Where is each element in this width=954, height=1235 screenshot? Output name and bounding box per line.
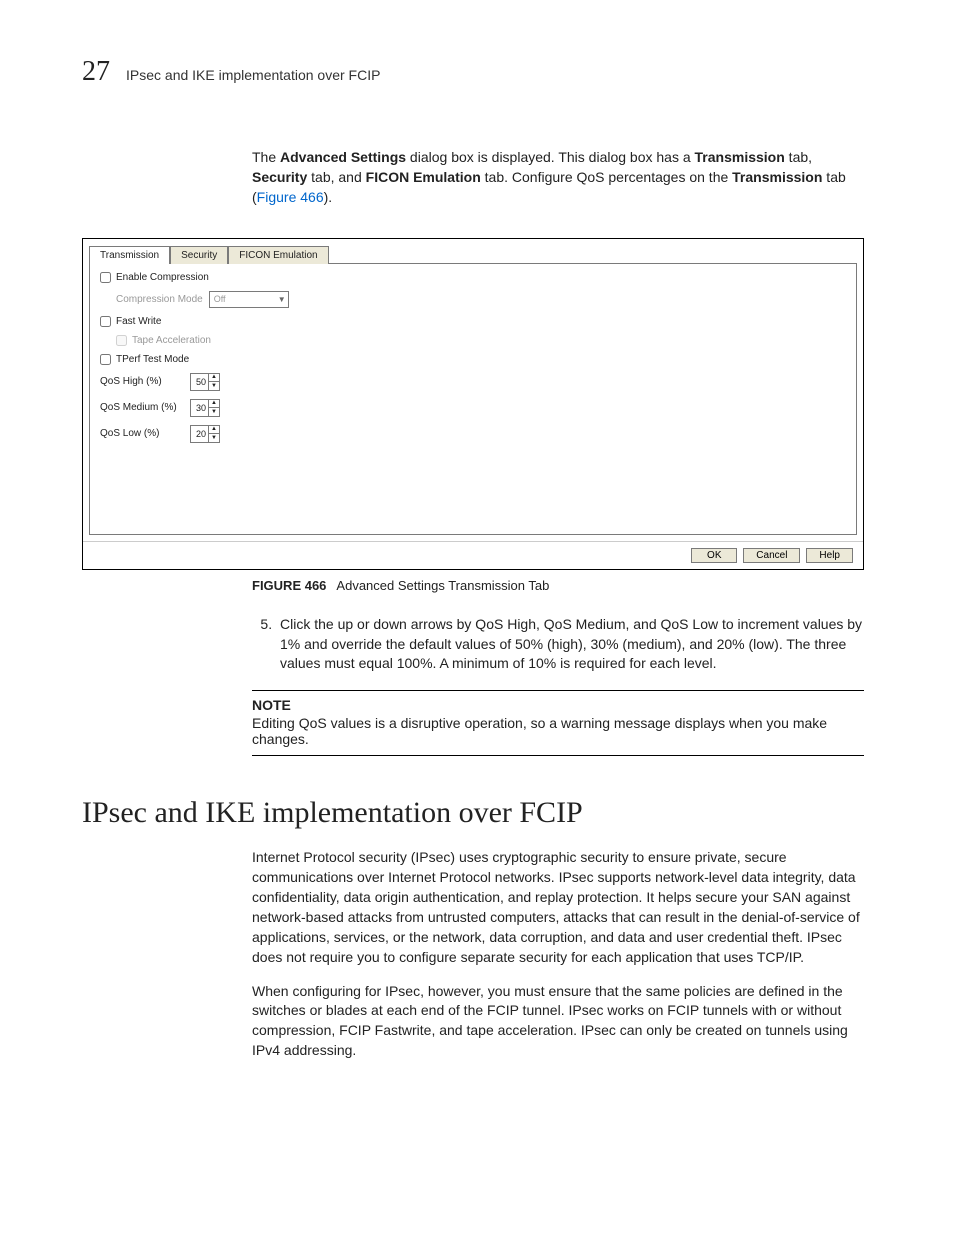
qos-high-row: QoS High (%) 50 ▲▼ xyxy=(100,373,846,391)
arrow-up-icon[interactable]: ▲ xyxy=(209,400,219,409)
tab-security[interactable]: Security xyxy=(170,246,228,264)
arrow-down-icon[interactable]: ▼ xyxy=(209,408,219,416)
running-header: 27 IPsec and IKE implementation over FCI… xyxy=(82,56,864,88)
help-button[interactable]: Help xyxy=(806,548,853,563)
step-5: Click the up or down arrows by QoS High,… xyxy=(276,615,864,675)
advanced-settings-dialog: Transmission Security FICON Emulation En… xyxy=(82,238,864,570)
chapter-title: IPsec and IKE implementation over FCIP xyxy=(126,67,380,83)
intro-paragraph: The Advanced Settings dialog box is disp… xyxy=(252,148,864,208)
note-block: NOTE Editing QoS values is a disruptive … xyxy=(252,690,864,756)
chevron-down-icon: ▼ xyxy=(278,295,286,304)
note-label: NOTE xyxy=(252,697,864,713)
qos-low-label: QoS Low (%) xyxy=(100,428,184,439)
tab-transmission[interactable]: Transmission xyxy=(89,246,170,264)
tape-acceleration-checkbox[interactable]: Tape Acceleration xyxy=(116,335,846,346)
qos-medium-row: QoS Medium (%) 30 ▲▼ xyxy=(100,399,846,417)
qos-low-row: QoS Low (%) 20 ▲▼ xyxy=(100,425,846,443)
dialog-button-row: OK Cancel Help xyxy=(83,541,863,569)
figure-link[interactable]: Figure 466 xyxy=(257,189,324,205)
transmission-tabpane: Enable Compression Compression Mode Off … xyxy=(89,263,857,535)
checkbox-icon[interactable] xyxy=(100,316,111,327)
arrow-up-icon[interactable]: ▲ xyxy=(209,426,219,435)
dialog-tabbar: Transmission Security FICON Emulation xyxy=(83,239,863,263)
compression-mode-row: Compression Mode Off ▼ xyxy=(116,291,846,308)
qos-low-stepper[interactable]: 20 ▲▼ xyxy=(190,425,220,443)
body-paragraph-1: Internet Protocol security (IPsec) uses … xyxy=(252,848,864,967)
body-paragraph-2: When configuring for IPsec, however, you… xyxy=(252,982,864,1062)
tperf-test-mode-checkbox[interactable]: TPerf Test Mode xyxy=(100,354,846,365)
chapter-number: 27 xyxy=(82,56,110,88)
note-body: Editing QoS values is a disruptive opera… xyxy=(252,715,827,747)
advanced-settings-figure: Transmission Security FICON Emulation En… xyxy=(82,238,864,570)
enable-compression-checkbox[interactable]: Enable Compression xyxy=(100,272,846,283)
checkbox-icon[interactable] xyxy=(100,354,111,365)
qos-medium-stepper[interactable]: 30 ▲▼ xyxy=(190,399,220,417)
arrow-up-icon[interactable]: ▲ xyxy=(209,374,219,383)
qos-high-stepper[interactable]: 50 ▲▼ xyxy=(190,373,220,391)
figure-caption: FIGURE 466Advanced Settings Transmission… xyxy=(252,578,864,593)
compression-mode-dropdown[interactable]: Off ▼ xyxy=(209,291,289,308)
arrow-down-icon[interactable]: ▼ xyxy=(209,382,219,390)
qos-high-label: QoS High (%) xyxy=(100,376,184,387)
step-list: Click the up or down arrows by QoS High,… xyxy=(252,615,864,675)
qos-medium-label: QoS Medium (%) xyxy=(100,402,184,413)
section-heading: IPsec and IKE implementation over FCIP xyxy=(82,796,864,830)
ok-button[interactable]: OK xyxy=(691,548,737,563)
fast-write-checkbox[interactable]: Fast Write xyxy=(100,316,846,327)
checkbox-icon[interactable] xyxy=(116,335,127,346)
cancel-button[interactable]: Cancel xyxy=(743,548,800,563)
tab-ficon-emulation[interactable]: FICON Emulation xyxy=(228,246,328,264)
checkbox-icon[interactable] xyxy=(100,272,111,283)
arrow-down-icon[interactable]: ▼ xyxy=(209,434,219,442)
